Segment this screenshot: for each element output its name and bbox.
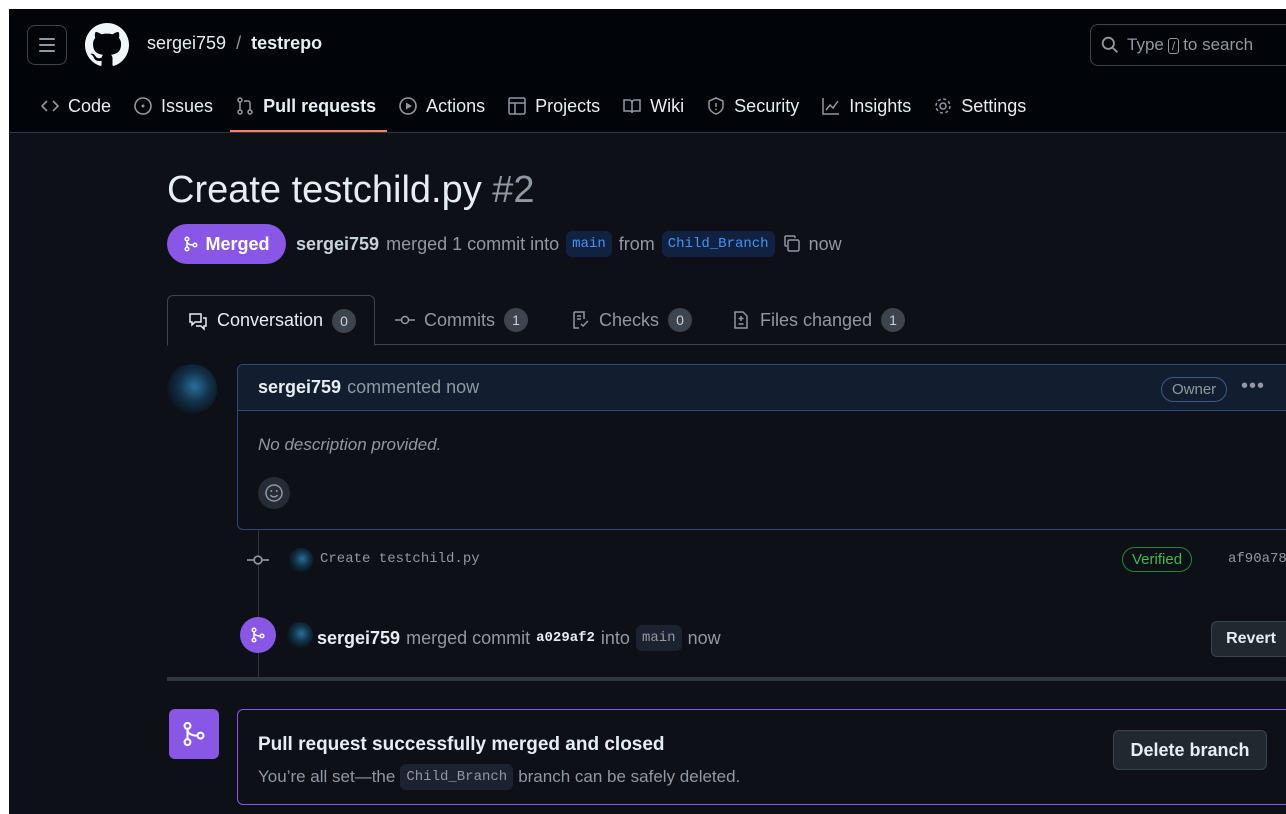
tab-conversation[interactable]: Conversation 0 [167,295,375,346]
comment-body: No description provided. [258,435,442,454]
tab-security[interactable]: Security [695,83,810,129]
tab-wiki[interactable]: Wiki [611,83,695,129]
checklist-icon [573,311,589,329]
repo-nav: Code Issues Pull requests Actions Projec… [29,83,1037,133]
tab-pull-requests[interactable]: Pull requests [224,83,388,132]
merge-commit-sha-link[interactable]: a029af2 [536,630,595,646]
pr-number: #2 [492,169,535,211]
merge-status-icon-box [169,709,219,759]
search-shortcut-key: / [1167,38,1180,54]
pr-time: now [808,233,842,254]
search-input[interactable]: Type / to search [1090,24,1286,66]
tab-code[interactable]: Code [29,83,122,129]
file-diff-icon [734,311,748,329]
avatar[interactable] [289,548,313,572]
git-merge-icon [184,236,199,252]
commit-sha-link[interactable]: af90a78 [1228,551,1286,567]
breadcrumb: sergei759 / testrepo [147,33,322,54]
tab-counter: 0 [332,308,357,333]
owner-badge: Owner [1161,377,1228,402]
tab-insights[interactable]: Insights [810,83,922,129]
pr-tabs: Conversation 0 Commits 1 Checks 0 Files … [167,295,1286,346]
tab-actions[interactable]: Actions [387,83,496,129]
git-merge-icon [183,721,205,747]
comment-author-link[interactable]: sergei759 [258,377,341,398]
github-logo-icon[interactable] [85,23,129,67]
comment-discussion-icon [189,312,207,331]
tab-checks[interactable]: Checks 0 [570,295,693,345]
merge-event-text: sergei759 merged commit a029af2 into mai… [317,625,721,651]
timeline-merge-event: sergei759 merged commit a029af2 into mai… [240,617,1286,657]
avatar[interactable] [287,622,313,648]
menu-button[interactable] [27,25,67,65]
comment-action: commented now [347,377,480,397]
comment-box: sergei759 commented now Owner ••• No des… [237,364,1286,530]
merge-author-link[interactable]: sergei759 [317,628,400,649]
pull-request-icon [237,97,253,115]
timeline-commit: Create testchild.py Verified af90a78 [247,545,1286,575]
verified-badge[interactable]: Verified [1122,547,1193,572]
pr-meta: sergei759 merged 1 commit into main from… [296,231,842,257]
git-merge-icon [251,627,265,643]
gear-icon [935,98,951,114]
issue-icon [134,97,152,115]
add-reaction-button[interactable] [258,477,290,509]
hamburger-icon [39,38,55,40]
base-branch[interactable]: main [566,231,612,257]
page-title: Create testchild.py #2 [167,169,535,212]
avatar[interactable] [167,364,217,414]
repo-header: sergei759 / testrepo Type / to search Code… [9,9,1286,133]
tab-counter: 1 [881,308,906,332]
merge-status-box: Pull request successfully merged and clo… [237,709,1286,805]
merge-status-subtitle: You’re all set—the Child_Branch branch c… [258,764,740,790]
shield-icon [708,97,724,115]
tab-counter: 1 [504,308,528,332]
deletable-branch[interactable]: Child_Branch [400,764,514,790]
kebab-menu-icon[interactable]: ••• [1241,375,1265,398]
merge-status-title: Pull request successfully merged and clo… [258,734,665,755]
code-icon [40,100,60,112]
search-icon [1101,36,1118,53]
repo-name-link[interactable]: testrepo [251,33,322,54]
pr-title: Create testchild.py [167,169,482,211]
copy-icon[interactable] [782,234,802,254]
breadcrumb-separator: / [236,33,242,53]
book-icon [623,99,641,114]
revert-button[interactable]: Revert [1211,621,1286,657]
tab-issues[interactable]: Issues [122,83,224,129]
github-pr-page: sergei759 / testrepo Type / to search Code… [9,9,1286,814]
tab-files-changed[interactable]: Files changed 1 [731,295,906,345]
tab-projects[interactable]: Projects [496,83,611,129]
commit-icon [395,315,415,325]
commit-message-link[interactable]: Create testchild.py [320,551,480,567]
merge-event-badge [240,617,276,653]
graph-icon [822,98,840,115]
tab-counter: 0 [668,308,693,332]
search-placeholder: Type / to search [1127,35,1254,54]
play-icon [399,97,417,115]
tab-commits[interactable]: Commits 1 [395,295,528,345]
delete-branch-button[interactable]: Delete branch [1113,730,1267,770]
head-branch[interactable]: Child_Branch [661,231,775,257]
comment-header: sergei759 commented now [238,365,1286,411]
tab-settings[interactable]: Settings [922,83,1037,129]
status-badge: Merged [167,224,286,264]
repo-owner-link[interactable]: sergei759 [147,33,226,54]
timeline-divider [167,677,1286,681]
smiley-icon [265,484,283,502]
merge-base-branch[interactable]: main [635,625,682,651]
commit-icon [247,555,269,565]
pr-author-link[interactable]: sergei759 [296,234,379,255]
table-icon [508,97,526,115]
